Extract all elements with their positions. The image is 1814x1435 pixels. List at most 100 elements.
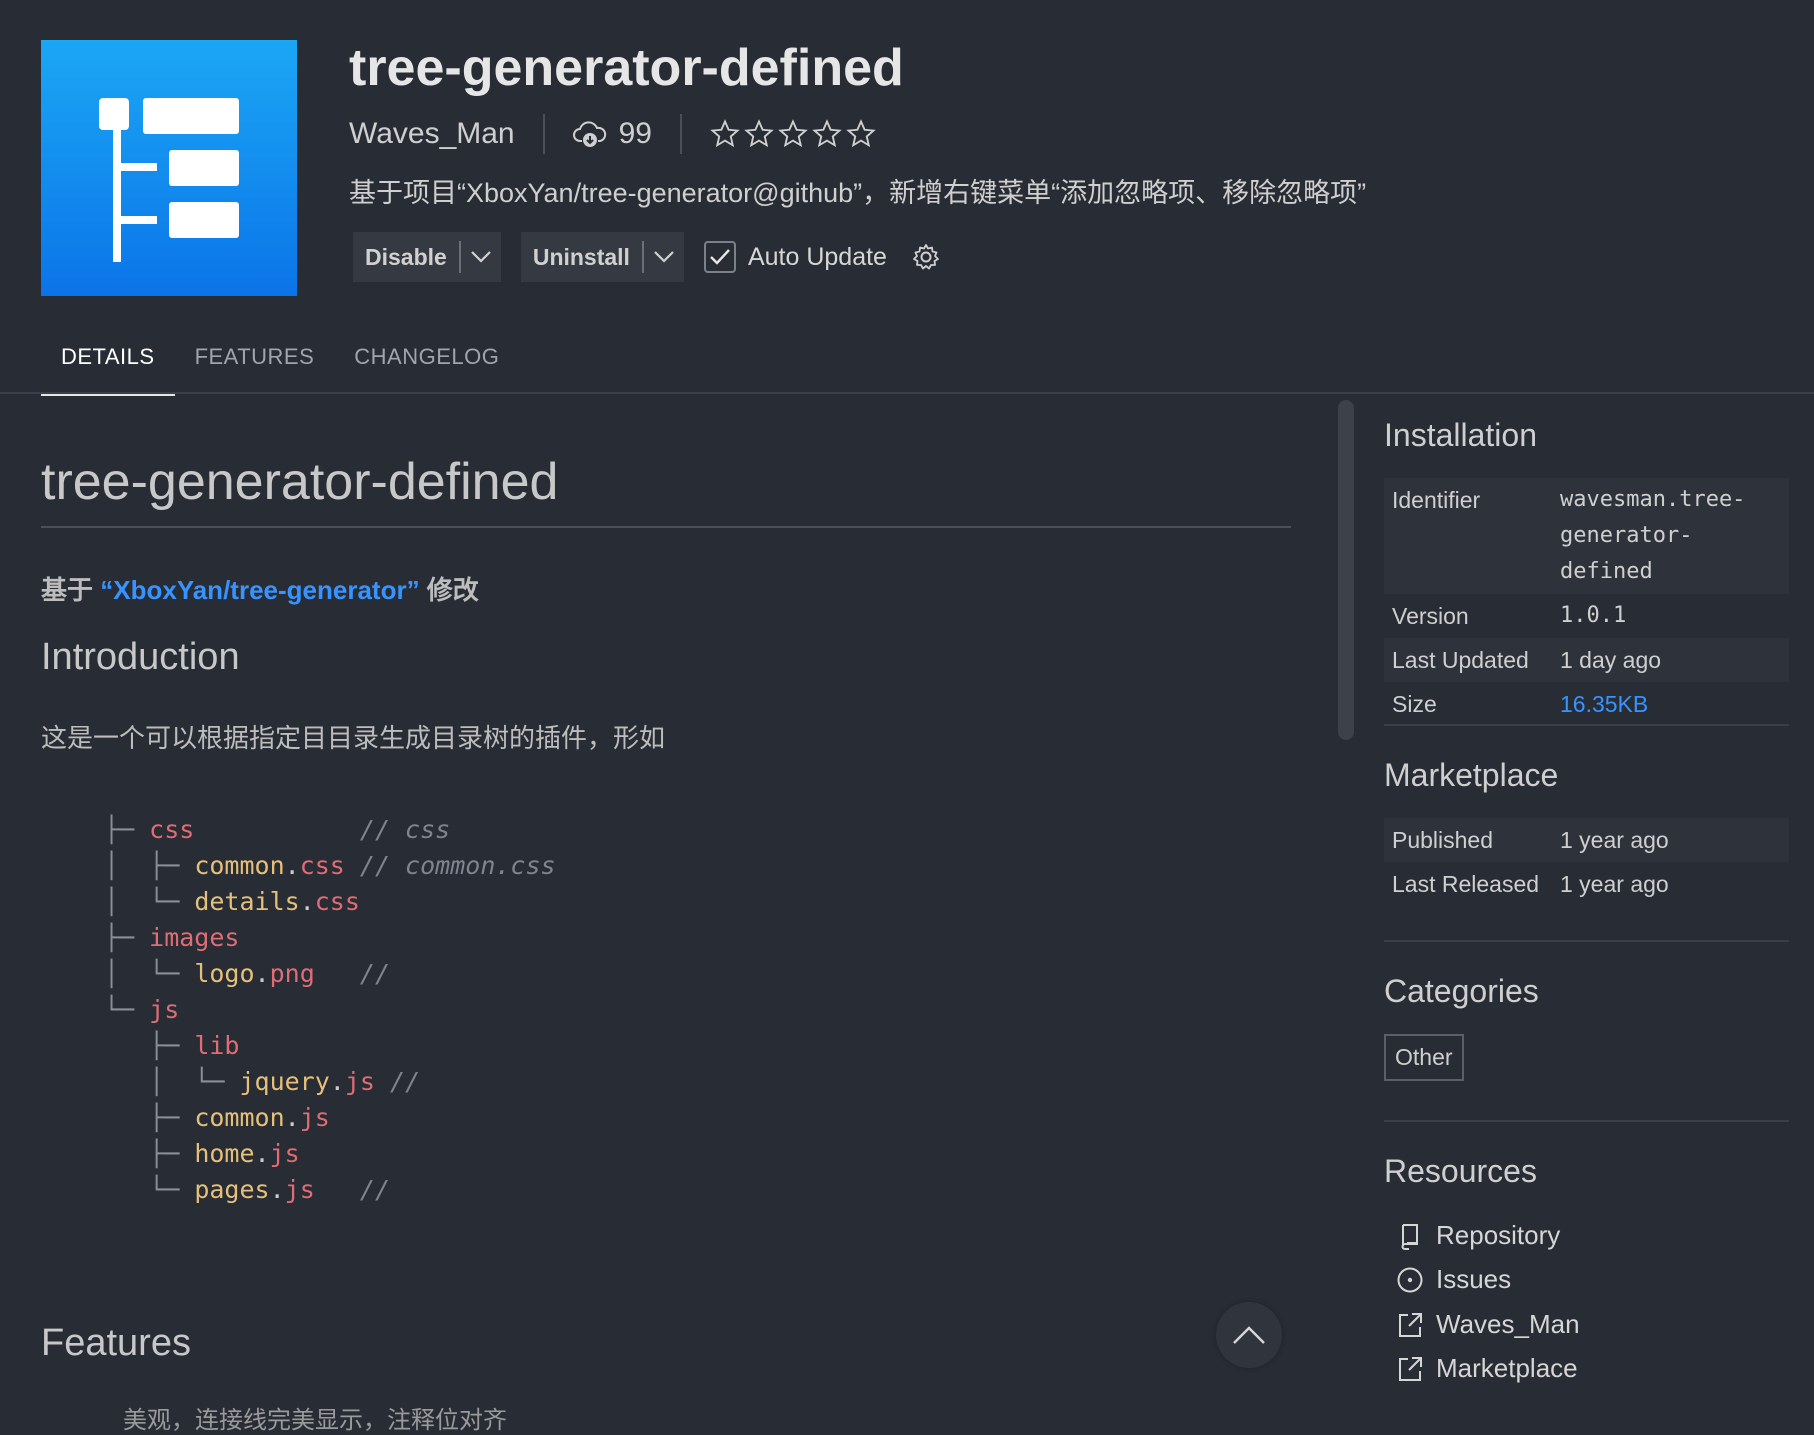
uninstall-button-label: Uninstall bbox=[532, 243, 630, 270]
tree-file-ext: js bbox=[269, 1139, 300, 1168]
last-released-label: Last Released bbox=[1392, 871, 1540, 897]
category-tag[interactable]: Other bbox=[1384, 1034, 1464, 1081]
disable-button[interactable]: Disable bbox=[353, 232, 501, 282]
tree-connector: ├─ bbox=[104, 1031, 195, 1060]
resource-link-marketplace[interactable]: Marketplace bbox=[1396, 1353, 1578, 1384]
chevron-down-icon bbox=[471, 251, 491, 263]
version-row: Version 1.0.1 bbox=[1384, 594, 1789, 638]
tab-changelog[interactable]: CHANGELOG bbox=[334, 338, 519, 396]
tree-connector: │ ├─ bbox=[104, 851, 195, 880]
tree-line: ├─ lib bbox=[104, 1028, 556, 1064]
star-empty-icon bbox=[778, 119, 808, 148]
size-label: Size bbox=[1392, 691, 1437, 717]
tree-connector: │ └─ bbox=[104, 1067, 240, 1096]
content-scrollbar[interactable] bbox=[1338, 400, 1354, 740]
intro-heading: Introduction bbox=[41, 636, 240, 678]
tree-logo-icon bbox=[99, 98, 239, 262]
tree-file-ext: js bbox=[284, 1175, 315, 1204]
resources-heading: Resources bbox=[1384, 1153, 1537, 1189]
resource-link-repository[interactable]: Repository bbox=[1396, 1220, 1560, 1251]
tree-file-name: common bbox=[194, 851, 285, 880]
resource-label: Issues bbox=[1436, 1264, 1512, 1294]
tree-connector: ├─ bbox=[104, 1139, 195, 1168]
uninstall-button[interactable]: Uninstall bbox=[520, 232, 684, 282]
version-value: 1.0.1 bbox=[1560, 603, 1627, 628]
tree-file-ext: css bbox=[314, 887, 360, 916]
tab-features[interactable]: FEATURES bbox=[175, 338, 335, 396]
download-count-value: 99 bbox=[618, 117, 652, 150]
tree-folder-name: lib bbox=[194, 1031, 240, 1060]
extension-logo bbox=[41, 40, 297, 296]
extension-description: 基于项目“XboxYan/tree-generator@github”，新增右键… bbox=[349, 178, 1367, 208]
auto-update-checkbox[interactable]: Auto Update bbox=[703, 241, 887, 273]
marketplace-heading: Marketplace bbox=[1384, 757, 1559, 793]
tree-file-ext: png bbox=[269, 959, 315, 988]
installation-heading: Installation bbox=[1384, 417, 1537, 453]
issues-icon bbox=[1397, 1267, 1423, 1292]
chevron-up-icon bbox=[1233, 1326, 1265, 1344]
tree-code-block: ├─ css // css │ ├─ common.css // common.c… bbox=[104, 812, 556, 1208]
tree-connector: │ └─ bbox=[104, 959, 195, 988]
gear-icon bbox=[913, 244, 939, 270]
resource-link-issues[interactable]: Issues bbox=[1396, 1264, 1511, 1295]
check-icon bbox=[710, 249, 730, 265]
tree-folder-name: images bbox=[149, 923, 240, 952]
sidebar-divider bbox=[1384, 940, 1789, 942]
chevron-down-icon bbox=[654, 251, 674, 263]
extension-title: tree-generator-defined bbox=[349, 39, 904, 97]
tree-line: │ └─ jquery.js // bbox=[104, 1067, 421, 1096]
publisher-name[interactable]: Waves_Man bbox=[349, 117, 515, 151]
tabs-divider bbox=[0, 392, 1814, 394]
external-link-icon bbox=[1399, 1356, 1422, 1381]
tree-file-name: details bbox=[194, 887, 300, 916]
published-value: 1 year ago bbox=[1560, 827, 1669, 853]
star-empty-icon bbox=[812, 119, 842, 148]
identifier-value: wavesman.tree-generator-defined bbox=[1560, 487, 1746, 584]
tree-line: │ ├─ common.css // common.css bbox=[104, 851, 556, 880]
external-link-icon bbox=[1399, 1312, 1422, 1337]
extension-meta: Waves_Man 99 bbox=[349, 112, 876, 156]
title-rule bbox=[41, 526, 1291, 528]
checkbox-box[interactable] bbox=[703, 241, 736, 273]
tree-file-name: logo bbox=[194, 959, 255, 988]
last-released-value: 1 year ago bbox=[1560, 871, 1669, 897]
settings-button[interactable] bbox=[911, 242, 941, 272]
tree-connector: ├─ bbox=[104, 815, 150, 844]
auto-update-label: Auto Update bbox=[747, 242, 887, 271]
tree-file-name: jquery bbox=[239, 1067, 330, 1096]
resource-label: Repository bbox=[1436, 1220, 1561, 1250]
last-updated-value: 1 day ago bbox=[1560, 647, 1662, 673]
star-empty-icon bbox=[846, 119, 876, 148]
last-updated-label: Last Updated bbox=[1392, 647, 1529, 673]
installation-table: Identifier wavesman.tree-generator-defin… bbox=[1384, 478, 1789, 726]
based-on-link[interactable]: “XboxYan/tree-generator” bbox=[100, 575, 419, 605]
sidebar-divider bbox=[1384, 1120, 1789, 1122]
tree-line: │ └─ details.css bbox=[104, 887, 360, 916]
resource-label: Marketplace bbox=[1436, 1353, 1578, 1383]
tree-comment: // bbox=[359, 1175, 391, 1204]
tab-details[interactable]: DETAILS bbox=[41, 338, 175, 396]
star-empty-icon bbox=[710, 119, 740, 148]
features-heading: Features bbox=[41, 1322, 191, 1364]
disable-dropdown[interactable] bbox=[461, 250, 501, 264]
based-on-suffix: 修改 bbox=[426, 575, 479, 605]
identifier-label: Identifier bbox=[1392, 487, 1481, 513]
features-first-line: 美观，连接线完美显示，注释位对齐 bbox=[123, 1407, 507, 1434]
tree-comment: // css bbox=[359, 815, 451, 844]
scroll-to-top-button[interactable] bbox=[1216, 1302, 1282, 1368]
size-value[interactable]: 16.35KB bbox=[1560, 686, 1781, 722]
tree-file-ext: js bbox=[344, 1067, 375, 1096]
published-label: Published bbox=[1392, 827, 1494, 853]
last-updated-row: Last Updated 1 day ago bbox=[1384, 638, 1789, 682]
tree-comment: // bbox=[359, 959, 391, 988]
rating-stars[interactable] bbox=[710, 119, 876, 149]
based-on-prefix: 基于 bbox=[41, 575, 94, 605]
resource-label: Waves_Man bbox=[1436, 1309, 1580, 1339]
intro-text: 这是一个可以根据指定目目录生成目录树的插件，形如 bbox=[41, 723, 666, 753]
tree-line: ├─ css // css bbox=[104, 812, 556, 848]
tree-connector: └─ bbox=[104, 995, 150, 1024]
based-on-line: 基于 “XboxYan/tree-generator” 修改 bbox=[41, 570, 479, 607]
tree-file-ext: css bbox=[299, 851, 345, 880]
uninstall-dropdown[interactable] bbox=[644, 250, 684, 264]
resource-link-publisher[interactable]: Waves_Man bbox=[1396, 1309, 1580, 1340]
